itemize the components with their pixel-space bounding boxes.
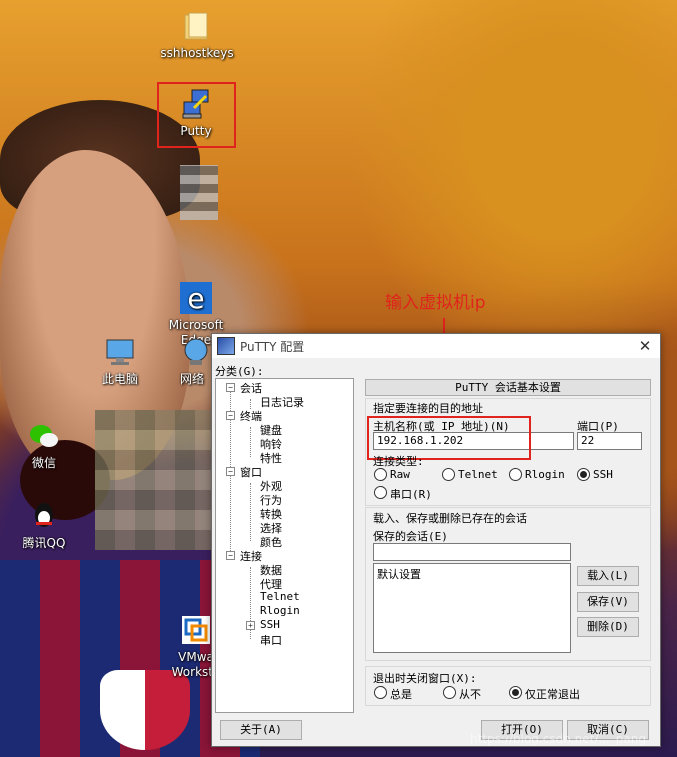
desktop-icon-wechat[interactable]: 微信 bbox=[4, 420, 84, 471]
radio-serial[interactable] bbox=[374, 486, 387, 499]
radio-telnet-label: Telnet bbox=[458, 468, 498, 481]
saved-sessions-input[interactable] bbox=[373, 543, 571, 561]
wechat-icon bbox=[28, 420, 60, 452]
tree-item-terminal[interactable]: 终端 bbox=[240, 408, 262, 424]
close-icon[interactable]: ✕ bbox=[630, 337, 660, 355]
dialog-titlebar[interactable]: PuTTY 配置 ✕ bbox=[212, 334, 660, 358]
radio-ssh-label: SSH bbox=[593, 468, 613, 481]
tree-item-colours[interactable]: 颜色 bbox=[260, 534, 282, 550]
tree-item-window[interactable]: 窗口 bbox=[240, 464, 262, 480]
radio-raw[interactable] bbox=[374, 468, 387, 481]
desktop-icon-label: sshhostkeys bbox=[160, 46, 234, 60]
target-label: 指定要连接的目的地址 bbox=[373, 402, 483, 415]
connection-type-label: 连接类型: bbox=[373, 455, 424, 468]
desktop-icon-label: 腾讯QQ bbox=[22, 536, 66, 550]
tree-item-connection[interactable]: 连接 bbox=[240, 548, 262, 564]
load-button[interactable]: 载入(L) bbox=[577, 566, 639, 586]
delete-button[interactable]: 删除(D) bbox=[577, 617, 639, 637]
tree-item-serial[interactable]: 串口 bbox=[260, 632, 282, 648]
putty-icon bbox=[217, 337, 235, 355]
radio-telnet[interactable] bbox=[442, 468, 455, 481]
collapse-icon[interactable]: − bbox=[226, 551, 235, 560]
pixelated-region bbox=[95, 410, 215, 550]
radio-rlogin-label: Rlogin bbox=[525, 468, 565, 481]
session-list[interactable]: 默认设置 bbox=[373, 563, 571, 653]
qq-icon bbox=[28, 500, 60, 532]
desktop-icon-sshhostkeys[interactable]: sshhostkeys bbox=[157, 10, 237, 61]
computer-icon bbox=[104, 336, 136, 368]
tree-item-ssh[interactable]: SSH bbox=[260, 618, 280, 631]
radio-close-never-label: 从不 bbox=[459, 688, 481, 701]
vmware-icon bbox=[180, 599, 212, 644]
radio-close-always-label: 总是 bbox=[390, 688, 412, 701]
putty-config-dialog: PuTTY 配置 ✕ 分类(G): − 会话 日志记录 − 终端 键盘 响铃 特… bbox=[211, 333, 661, 747]
desktop-icon-network[interactable]: 网络 bbox=[158, 336, 208, 387]
tree-item-rlogin[interactable]: Rlogin bbox=[260, 604, 300, 617]
tree-item-telnet[interactable]: Telnet bbox=[260, 590, 300, 603]
dialog-title: PuTTY 配置 bbox=[240, 339, 305, 354]
desktop-icon-this-pc[interactable]: 此电脑 bbox=[80, 336, 160, 387]
radio-close-never[interactable] bbox=[443, 686, 456, 699]
radio-close-clean[interactable] bbox=[509, 686, 522, 699]
desktop-icon-label: 微信 bbox=[31, 456, 56, 470]
radio-serial-label: 串口(R) bbox=[390, 488, 432, 501]
category-label: 分类(G): bbox=[215, 365, 264, 378]
annotation-text: 输入虚拟机ip bbox=[385, 293, 486, 313]
tree-item-session[interactable]: 会话 bbox=[240, 380, 262, 396]
folder-icon bbox=[181, 10, 213, 42]
highlight-box-putty bbox=[157, 82, 236, 148]
saved-sessions-label: 保存的会话(E) bbox=[373, 530, 448, 543]
svg-text:e: e bbox=[187, 282, 204, 314]
session-list-item-default[interactable]: 默认设置 bbox=[374, 564, 570, 584]
tree-item-logging[interactable]: 日志记录 bbox=[260, 394, 304, 410]
edge-icon: e bbox=[180, 267, 212, 315]
close-on-exit-label: 退出时关闭窗口(X): bbox=[373, 672, 477, 685]
save-button[interactable]: 保存(V) bbox=[577, 592, 639, 612]
desktop-icon-qq[interactable]: 腾讯QQ bbox=[4, 500, 84, 551]
wallpaper-crest bbox=[100, 670, 190, 750]
pixelated-region-small bbox=[180, 165, 218, 220]
collapse-icon[interactable]: − bbox=[226, 467, 235, 476]
expand-icon[interactable]: + bbox=[246, 621, 255, 630]
radio-ssh[interactable] bbox=[577, 468, 590, 481]
radio-raw-label: Raw bbox=[390, 468, 410, 481]
radio-close-always[interactable] bbox=[374, 686, 387, 699]
sessions-group-label: 载入、保存或删除已存在的会话 bbox=[373, 512, 527, 525]
desktop-icon-label: 网络 bbox=[180, 372, 205, 386]
collapse-icon[interactable]: − bbox=[226, 383, 235, 392]
port-input[interactable]: 22 bbox=[577, 432, 642, 450]
network-icon bbox=[180, 336, 212, 368]
collapse-icon[interactable]: − bbox=[226, 411, 235, 420]
radio-close-clean-label: 仅正常退出 bbox=[525, 688, 580, 701]
watermark-text: https://blog.csdn.net/..._pang bbox=[470, 732, 646, 746]
category-tree[interactable]: − 会话 日志记录 − 终端 键盘 响铃 特性 − 窗口 外观 行为 转换 选择… bbox=[215, 378, 354, 713]
desktop-icon-label: 此电脑 bbox=[101, 372, 138, 386]
tree-item-features[interactable]: 特性 bbox=[260, 450, 282, 466]
radio-rlogin[interactable] bbox=[509, 468, 522, 481]
about-button[interactable]: 关于(A) bbox=[220, 720, 302, 740]
session-header-bar: PuTTY 会话基本设置 bbox=[365, 379, 651, 396]
